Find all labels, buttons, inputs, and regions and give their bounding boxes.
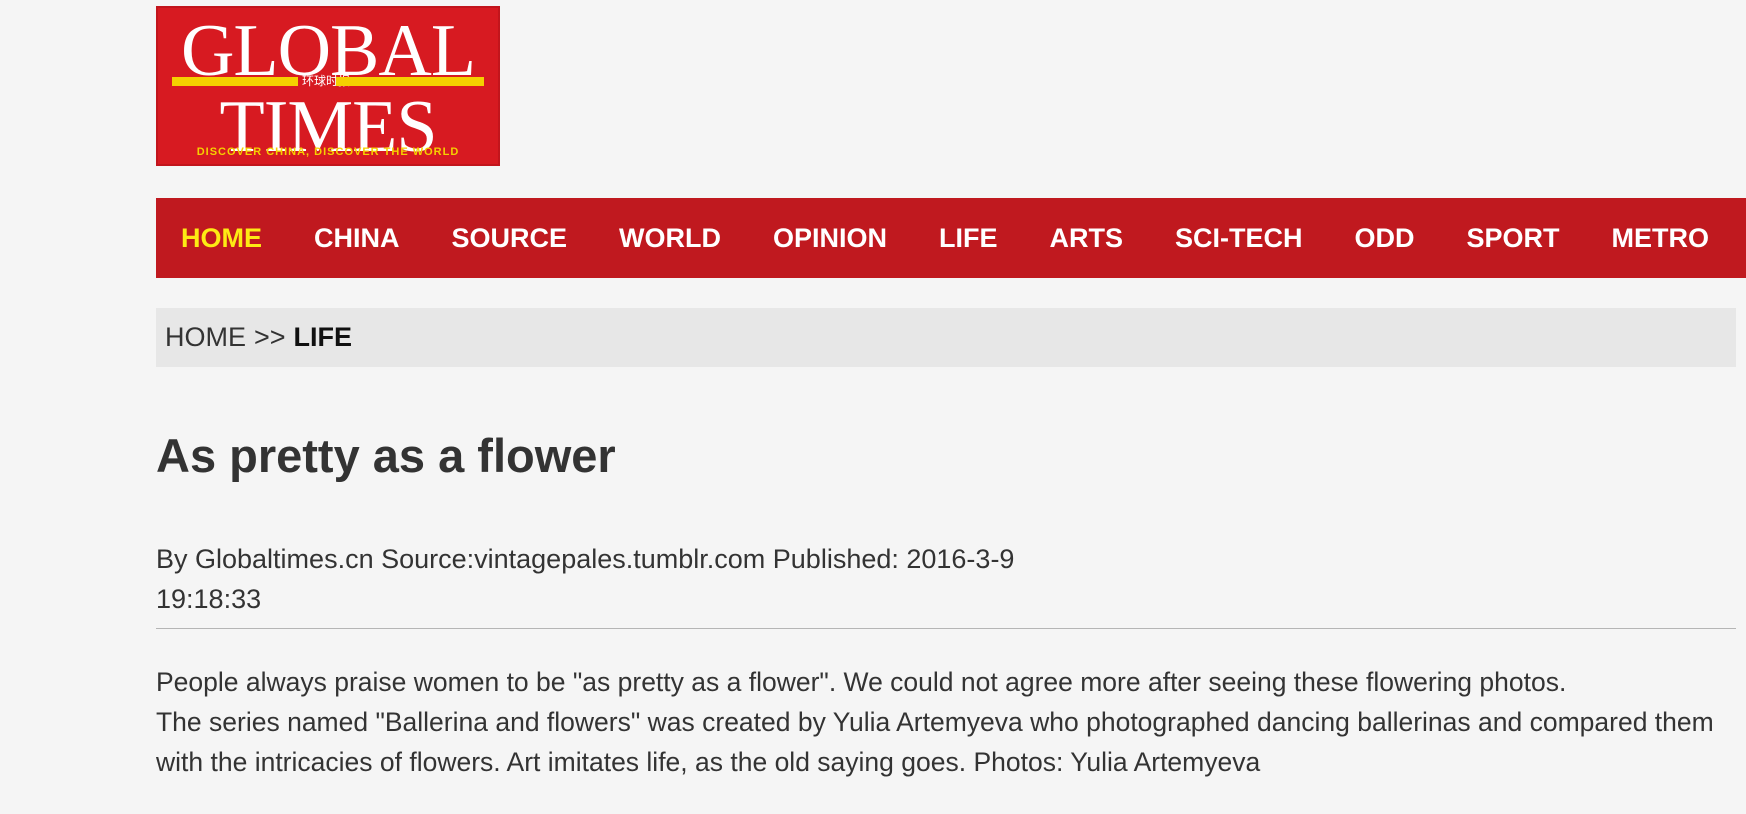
nav-item-opinion[interactable]: OPINION [773, 223, 887, 254]
nav-item-life[interactable]: LIFE [939, 223, 998, 254]
nav-item-home[interactable]: HOME [181, 223, 262, 254]
breadcrumb-separator: >> [254, 322, 286, 352]
main-nav: HOME CHINA SOURCE WORLD OPINION LIFE ART… [156, 198, 1746, 278]
article-byline: By Globaltimes.cn Source:vintagepales.tu… [156, 539, 1116, 619]
nav-item-sport[interactable]: SPORT [1467, 223, 1560, 254]
article-title: As pretty as a flower [156, 429, 616, 482]
byline-divider [156, 628, 1736, 629]
breadcrumb: HOME >> LIFE [156, 308, 1736, 367]
breadcrumb-current-link[interactable]: LIFE [294, 322, 353, 353]
article-body: People always praise women to be "as pre… [156, 662, 1746, 782]
breadcrumb-home-link[interactable]: HOME [165, 322, 246, 353]
nav-item-arts[interactable]: ARTS [1050, 223, 1124, 254]
byline-source-line: By Globaltimes.cn Source:vintagepales.tu… [156, 544, 1015, 574]
nav-item-odd[interactable]: ODD [1355, 223, 1415, 254]
nav-item-source[interactable]: SOURCE [452, 223, 568, 254]
nav-item-world[interactable]: WORLD [619, 223, 721, 254]
article-paragraph: People always praise women to be "as pre… [156, 667, 1567, 697]
nav-item-china[interactable]: CHINA [314, 223, 400, 254]
article-paragraph: The series named "Ballerina and flowers"… [156, 707, 1714, 777]
logo-bar-left [172, 77, 298, 86]
nav-item-metro[interactable]: METRO [1612, 223, 1710, 254]
logo-tagline: DISCOVER CHINA, DISCOVER THE WORLD [196, 146, 460, 158]
byline-time: 19:18:33 [156, 584, 262, 614]
logo-bar-right [336, 77, 484, 86]
nav-item-sci-tech[interactable]: SCI-TECH [1175, 223, 1303, 254]
global-times-logo[interactable]: GLOBAL 环球时报 TIMES DISCOVER CHINA, DISCOV… [156, 6, 500, 166]
